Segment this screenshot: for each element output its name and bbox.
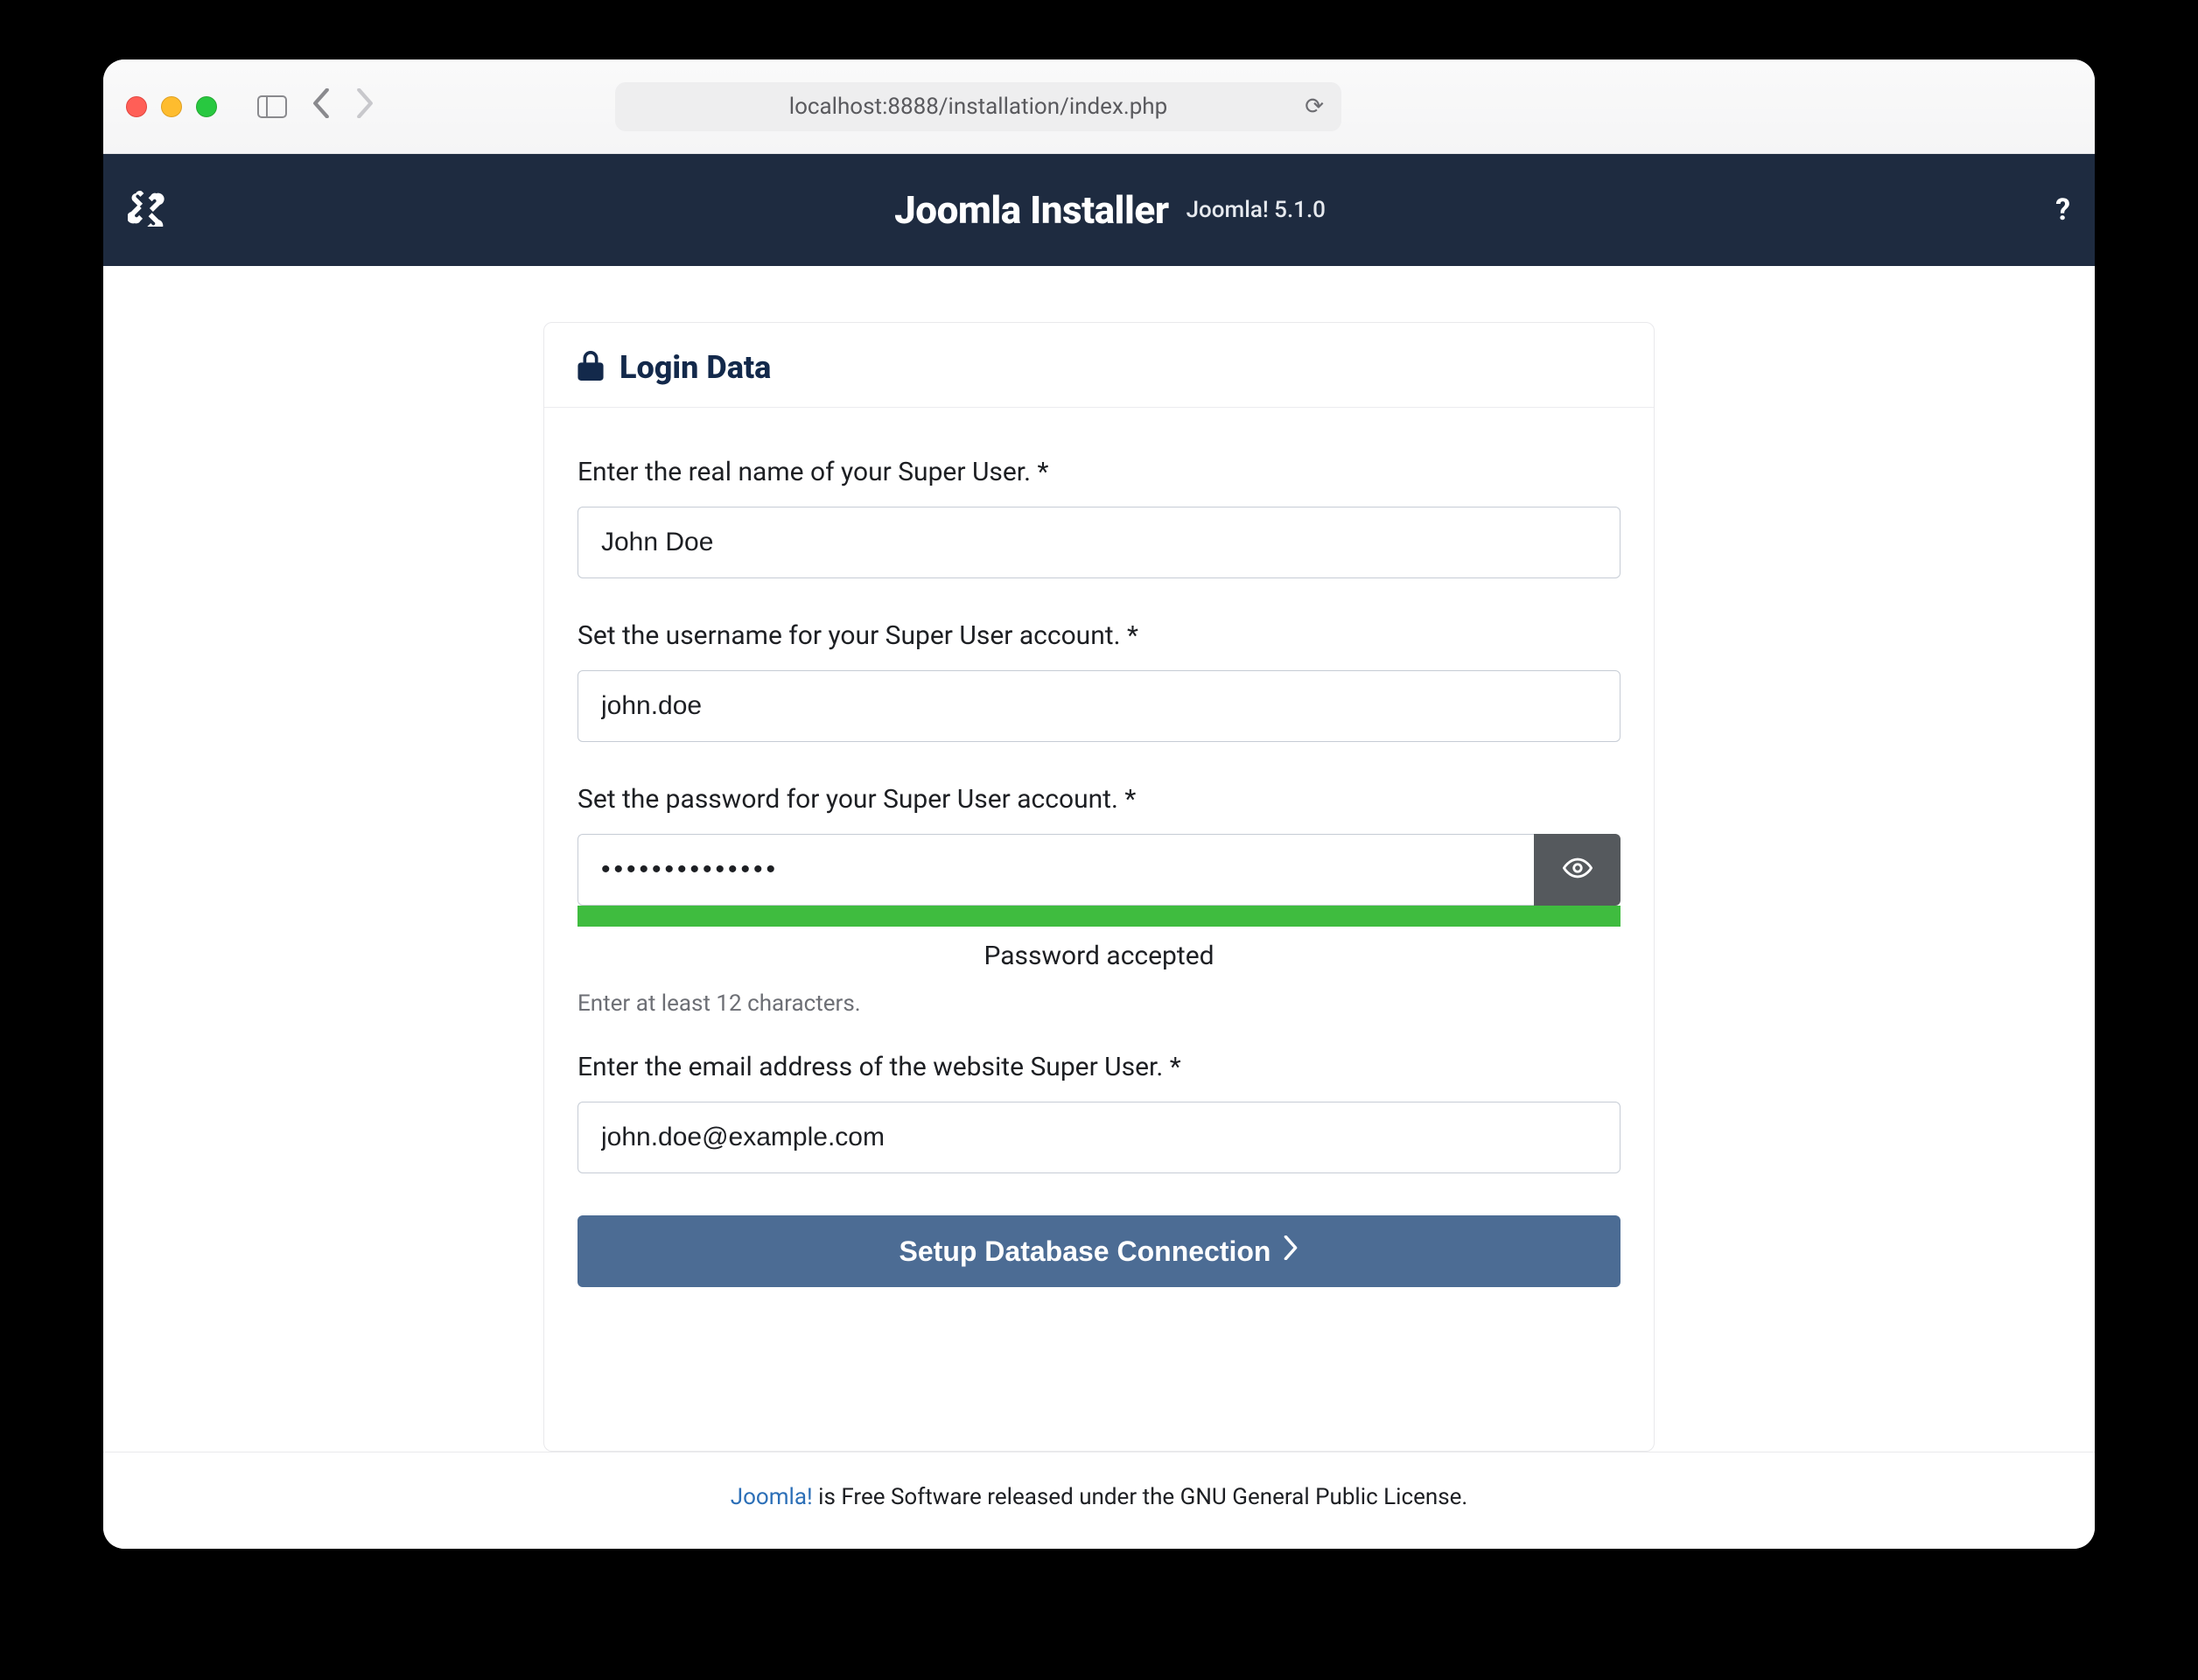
footer-text: is Free Software released under the GNU … [813, 1484, 1468, 1510]
browser-toolbar: localhost:8888/installation/index.php ⟳ [103, 60, 2095, 154]
maximize-window-button[interactable] [196, 96, 217, 117]
browser-window: localhost:8888/installation/index.php ⟳ … [103, 60, 2095, 1549]
footer-joomla-link[interactable]: Joomla! [731, 1484, 813, 1510]
footer: Joomla! is Free Software released under … [103, 1452, 2095, 1549]
toggle-password-visibility-button[interactable] [1534, 834, 1620, 906]
url-bar[interactable]: localhost:8888/installation/index.php ⟳ [615, 82, 1341, 131]
password-status: Password accepted [578, 941, 1620, 971]
login-data-card: Login Data Enter the real name of your S… [543, 322, 1655, 1452]
back-button[interactable] [312, 88, 331, 124]
reload-icon[interactable]: ⟳ [1305, 94, 1324, 120]
url-text: localhost:8888/installation/index.php [789, 94, 1167, 120]
close-window-button[interactable] [126, 96, 147, 117]
app-title: Joomla Installer [894, 187, 1168, 233]
username-label: Set the username for your Super User acc… [578, 620, 1620, 651]
password-strength-bar [578, 906, 1620, 927]
card-title: Login Data [620, 349, 771, 386]
password-label: Set the password for your Super User acc… [578, 784, 1620, 815]
forward-button[interactable] [355, 88, 374, 124]
minimize-window-button[interactable] [161, 96, 182, 117]
chevron-right-icon [1283, 1236, 1298, 1267]
help-button[interactable]: ? [2055, 192, 2070, 228]
realname-input[interactable] [578, 507, 1620, 578]
lock-icon [578, 351, 604, 384]
password-input[interactable] [578, 834, 1534, 906]
setup-database-connection-button[interactable]: Setup Database Connection [578, 1215, 1620, 1287]
window-controls [126, 96, 217, 117]
email-input[interactable] [578, 1102, 1620, 1173]
sidebar-toggle-icon[interactable] [257, 95, 287, 118]
email-label: Enter the email address of the website S… [578, 1052, 1620, 1082]
username-input[interactable] [578, 670, 1620, 742]
submit-button-label: Setup Database Connection [900, 1236, 1271, 1268]
eye-icon [1563, 853, 1592, 886]
realname-label: Enter the real name of your Super User. … [578, 457, 1620, 487]
app-header: Joomla Installer Joomla! 5.1.0 ? [103, 154, 2095, 266]
joomla-logo-icon [128, 190, 164, 230]
password-hint: Enter at least 12 characters. [578, 990, 1620, 1017]
app-version: Joomla! 5.1.0 [1186, 197, 1326, 223]
